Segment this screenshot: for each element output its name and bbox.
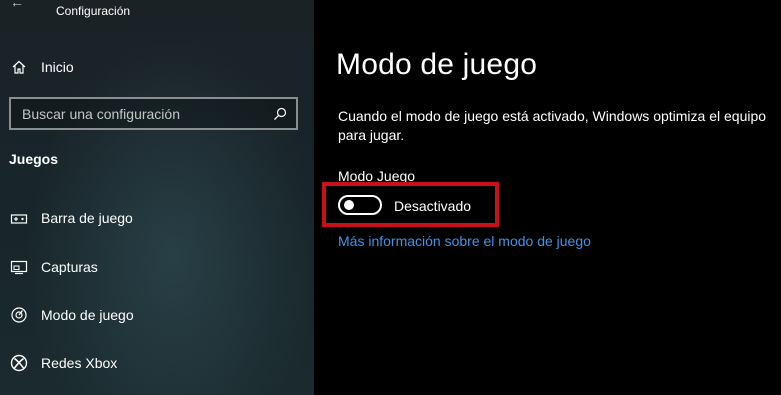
game-mode-icon: [10, 306, 28, 324]
section-title: Juegos: [9, 151, 59, 167]
xbox-icon: [10, 354, 28, 372]
home-icon: [10, 58, 28, 76]
toggle-state-label: Desactivado: [394, 198, 472, 214]
search-input[interactable]: [11, 99, 272, 128]
game-mode-toggle[interactable]: [338, 195, 382, 215]
toggle-knob: [344, 200, 354, 210]
setting-description: Cuando el modo de juego está activado, W…: [338, 108, 767, 143]
sidebar-item-label: Capturas: [41, 259, 98, 275]
sidebar-item-barra-de-juego[interactable]: Barra de juego: [0, 198, 314, 238]
captures-icon: [10, 258, 28, 276]
game-bar-icon: [10, 209, 28, 227]
more-info-link[interactable]: Más información sobre el modo de juego: [338, 233, 591, 249]
search-box[interactable]: [9, 97, 298, 130]
sidebar-item-capturas[interactable]: Capturas: [0, 247, 314, 287]
search-icon[interactable]: [272, 106, 288, 122]
window-title: Configuración: [56, 4, 131, 18]
sidebar-item-label: Redes Xbox: [41, 355, 118, 371]
sidebar-item-modo-de-juego[interactable]: Modo de juego: [0, 295, 314, 335]
sidebar-item-redes-xbox[interactable]: Redes Xbox: [0, 343, 314, 383]
main-content: Modo de juego Cuando el modo de juego es…: [314, 0, 781, 395]
title-bar: ← Configuración: [0, 0, 314, 24]
sidebar-item-label: Barra de juego: [41, 210, 133, 226]
sidebar-item-inicio[interactable]: Inicio: [0, 47, 314, 87]
back-arrow-icon[interactable]: ←: [10, 0, 24, 10]
sidebar-item-label: Inicio: [41, 59, 74, 75]
sidebar-item-label: Modo de juego: [41, 307, 134, 323]
page-title: Modo de juego: [336, 48, 538, 81]
sidebar: ← Configuración Inicio Juegos: [0, 0, 314, 395]
